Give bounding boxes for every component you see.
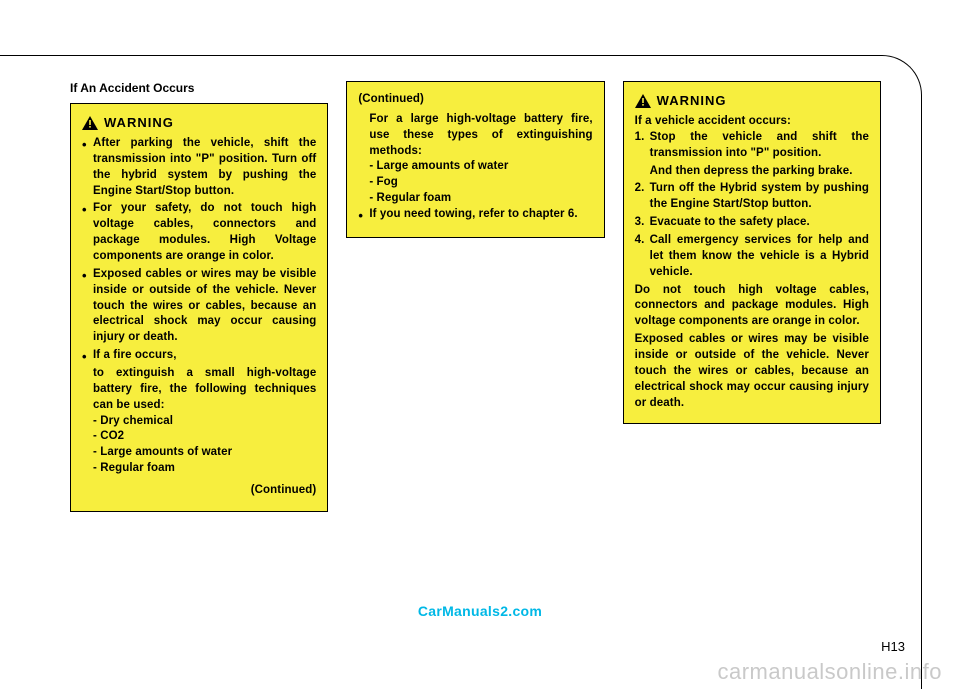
column-2: (Continued) For a large high-voltage bat… [346, 81, 604, 512]
warning-bullet: Exposed cables or wires may be visible i… [82, 267, 316, 346]
accident-steps: 1. Stop the vehicle and shift the transm… [635, 130, 869, 281]
warning-bullet-list: After parking the vehicle, shift the tra… [82, 136, 316, 364]
step-item: 1. Stop the vehicle and shift the transm… [635, 130, 869, 180]
method-item: - Regular foam [358, 191, 592, 207]
step-extra: And then depress the parking brake. [650, 164, 869, 180]
accident-intro: If a vehicle accident occurs: [635, 114, 869, 130]
warning-title: WARNING [657, 92, 727, 110]
watermark-carmanuals2: CarManuals2.com [418, 603, 542, 619]
method-item: - Regular foam [82, 461, 316, 477]
step-number: 2. [635, 181, 645, 197]
warning-triangle-icon [82, 116, 98, 130]
step-number: 4. [635, 233, 645, 249]
warning-box-2: (Continued) For a large high-voltage bat… [346, 81, 604, 238]
warning-bullet: If a fire occurs, [82, 348, 316, 364]
towing-bullet: If you need towing, refer to chapter 6. [358, 207, 592, 223]
section-heading: If An Accident Occurs [70, 81, 328, 95]
warning-triangle-icon [635, 94, 651, 108]
column-1: If An Accident Occurs WARNING After park… [70, 81, 328, 512]
warning-header: WARNING [635, 92, 869, 110]
method-item: - Dry chemical [82, 414, 316, 430]
warning-bullet: For your safety, do not touch high volta… [82, 201, 316, 264]
watermark-carmanualsonline: carmanualsonline.info [717, 659, 942, 685]
step-text: Evacuate to the safety place. [650, 216, 810, 228]
continued-top-label: (Continued) [358, 92, 592, 108]
method-item: - Fog [358, 175, 592, 191]
page-frame: If An Accident Occurs WARNING After park… [0, 55, 922, 689]
step-number: 1. [635, 130, 645, 146]
step-item: 2. Turn off the Hybrid system by pushing… [635, 181, 869, 213]
page-number: H13 [881, 639, 905, 654]
caution-paragraph: Exposed cables or wires may be visible i… [635, 332, 869, 411]
fire-extinguish-text: to extinguish a small high-voltage batte… [82, 366, 316, 414]
step-text: Turn off the Hybrid system by pushing th… [650, 182, 869, 210]
warning-header: WARNING [82, 114, 316, 132]
method-item: - CO2 [82, 429, 316, 445]
large-fire-intro: For a large high-voltage battery fire, u… [358, 112, 592, 160]
warning-title: WARNING [104, 114, 174, 132]
method-item: - Large amounts of water [358, 159, 592, 175]
warning-bullet: After parking the vehicle, shift the tra… [82, 136, 316, 199]
column-3: WARNING If a vehicle accident occurs: 1.… [623, 81, 881, 512]
method-item: - Large amounts of water [82, 445, 316, 461]
warning-box-1: WARNING After parking the vehicle, shift… [70, 103, 328, 512]
step-item: 4. Call emergency services for help and … [635, 233, 869, 281]
step-text: Call emergency services for help and let… [650, 234, 869, 278]
step-number: 3. [635, 215, 645, 231]
continued-label: (Continued) [82, 483, 316, 499]
step-item: 3. Evacuate to the safety place. [635, 215, 869, 231]
caution-paragraph: Do not touch high voltage cables, connec… [635, 283, 869, 331]
warning-box-3: WARNING If a vehicle accident occurs: 1.… [623, 81, 881, 424]
step-text: Stop the vehicle and shift the transmiss… [650, 131, 869, 159]
columns-container: If An Accident Occurs WARNING After park… [70, 81, 881, 512]
towing-list: If you need towing, refer to chapter 6. [358, 207, 592, 223]
